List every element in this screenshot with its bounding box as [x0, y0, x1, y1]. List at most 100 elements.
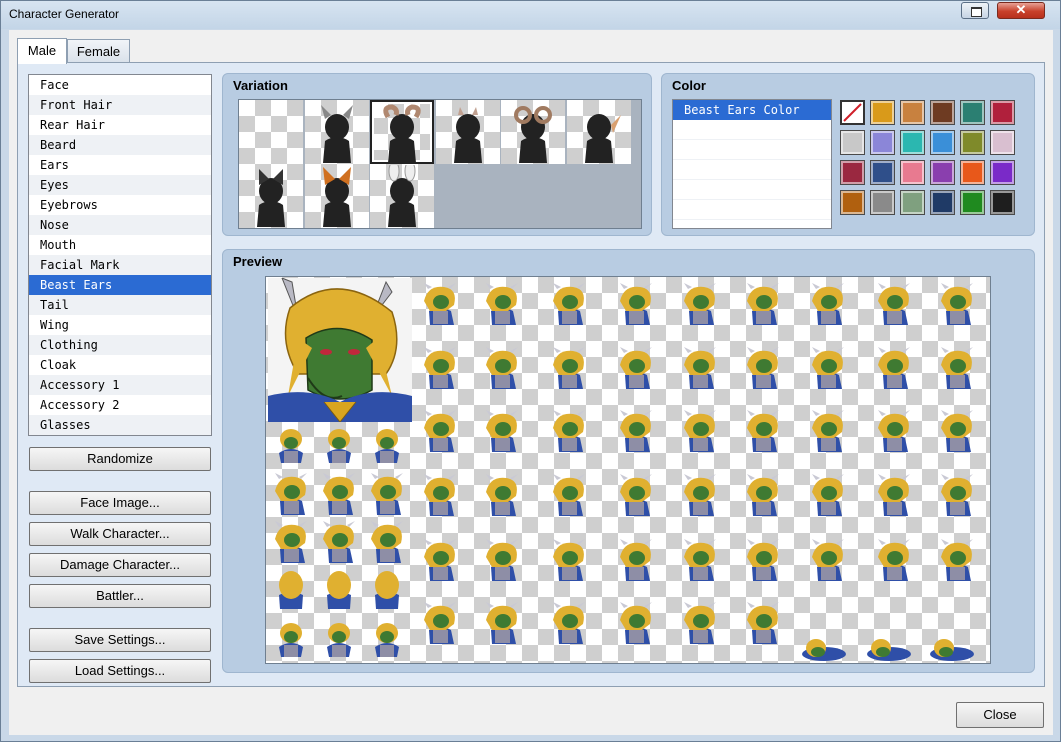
variation-item[interactable] [239, 164, 303, 228]
dragon-warrior-sprite-icon [279, 429, 303, 463]
color-swatch-lavender[interactable] [870, 130, 895, 155]
part-item[interactable]: Glasses [29, 415, 211, 435]
variation-item[interactable] [370, 100, 434, 164]
part-item[interactable]: Accessory 1 [29, 375, 211, 395]
maximize-button[interactable] [961, 2, 989, 19]
variation-grid [238, 99, 642, 229]
variation-title: Variation [233, 78, 288, 93]
dragon-warrior-sprite-icon [684, 602, 716, 644]
save-settings-button[interactable]: Save Settings... [29, 628, 211, 652]
dragon-warrior-sprite-icon [930, 639, 974, 661]
tab-page-male: Face Front Hair Rear Hair Beard Ears Eyes Eyeb… [17, 62, 1045, 687]
color-row-empty [673, 160, 831, 180]
battler-button[interactable]: Battler... [29, 584, 211, 608]
variation-item[interactable] [436, 100, 500, 164]
dragon-warrior-sprite-icon [486, 539, 518, 581]
color-swatch-gray[interactable] [870, 190, 895, 215]
face-image-button[interactable]: Face Image... [29, 491, 211, 515]
dragon-warrior-sprite-icon [553, 283, 585, 325]
dragon-warrior-sprite-icon [747, 539, 779, 581]
part-item[interactable]: Eyes [29, 175, 211, 195]
dragon-warrior-sprite-icon [620, 410, 652, 452]
color-swatch-no-color[interactable] [840, 100, 865, 125]
color-swatch-black[interactable] [990, 190, 1015, 215]
no-color-icon [843, 103, 862, 122]
dragon-warrior-sprite-icon [684, 410, 716, 452]
variation-item[interactable] [567, 100, 631, 164]
preview-canvas [265, 276, 991, 664]
dragon-warrior-sprite-icon [371, 521, 403, 563]
dragon-warrior-sprite-icon [323, 473, 355, 515]
dragon-warrior-sprite-icon [684, 283, 716, 325]
walk-character-button[interactable]: Walk Character... [29, 522, 211, 546]
variation-item[interactable] [370, 164, 434, 228]
variation-item[interactable] [305, 100, 369, 164]
color-target-list[interactable]: Beast Ears Color [672, 99, 832, 229]
dragon-warrior-sprite-icon [867, 639, 911, 661]
color-swatch-navy-blue[interactable] [870, 160, 895, 185]
load-settings-button[interactable]: Load Settings... [29, 659, 211, 683]
color-swatch-purple[interactable] [930, 160, 955, 185]
part-item[interactable]: Mouth [29, 235, 211, 255]
color-swatch-green[interactable] [960, 190, 985, 215]
cat-ear-silhouette-icon [257, 169, 285, 227]
dragon-warrior-sprite-icon [486, 283, 518, 325]
color-swatch-silver[interactable] [840, 130, 865, 155]
dragon-warrior-sprite-icon [275, 473, 307, 515]
part-item[interactable]: Wing [29, 315, 211, 335]
color-swatch-violet[interactable] [990, 160, 1015, 185]
color-swatch-tan[interactable] [900, 100, 925, 125]
part-item[interactable]: Facial Mark [29, 255, 211, 275]
color-swatch-wine[interactable] [840, 160, 865, 185]
damage-character-button[interactable]: Damage Character... [29, 553, 211, 577]
color-swatch-aqua[interactable] [900, 130, 925, 155]
part-item[interactable]: Clothing [29, 335, 211, 355]
part-item[interactable]: Accessory 2 [29, 395, 211, 415]
tab-female[interactable]: Female [67, 39, 130, 63]
part-item[interactable]: Beard [29, 135, 211, 155]
part-item[interactable]: Cloak [29, 355, 211, 375]
close-button[interactable]: Close [956, 702, 1044, 728]
dragon-warrior-sprite-icon [747, 474, 779, 516]
dragon-warrior-sprite-icon [878, 410, 910, 452]
part-item[interactable]: Eyebrows [29, 195, 211, 215]
dragon-warrior-sprite-icon [323, 521, 355, 563]
variation-item[interactable] [501, 100, 565, 164]
color-swatch-sky-blue[interactable] [930, 130, 955, 155]
color-swatch-gold[interactable] [870, 100, 895, 125]
dragon-warrior-sprite-icon [279, 623, 303, 657]
color-swatch-orange[interactable] [960, 160, 985, 185]
variation-item[interactable] [305, 164, 369, 228]
part-item[interactable]: Ears [29, 155, 211, 175]
part-item[interactable]: Nose [29, 215, 211, 235]
color-swatch-pink[interactable] [900, 160, 925, 185]
dragon-warrior-sprite-icon [747, 602, 779, 644]
dragon-warrior-sprite-icon [553, 539, 585, 581]
variation-item[interactable] [239, 100, 303, 164]
randomize-button[interactable]: Randomize [29, 447, 211, 471]
part-item[interactable]: Front Hair [29, 95, 211, 115]
parts-list[interactable]: Face Front Hair Rear Hair Beard Ears Eyes Eyeb… [28, 74, 212, 436]
dragon-warrior-sprite-icon [486, 602, 518, 644]
dragon-warrior-sprite-icon [941, 410, 973, 452]
part-item[interactable]: Beast Ears [29, 275, 211, 295]
color-row-empty [673, 140, 831, 160]
tab-male[interactable]: Male [17, 38, 67, 64]
color-swatch-amber[interactable] [840, 190, 865, 215]
fox-ear-silhouette-icon [323, 167, 351, 227]
dragon-warrior-sprite-icon [941, 283, 973, 325]
color-swatch-brown[interactable] [930, 100, 955, 125]
part-item[interactable]: Tail [29, 295, 211, 315]
color-swatch-crimson[interactable] [990, 100, 1015, 125]
color-swatch-olive[interactable] [960, 130, 985, 155]
color-swatch-teal[interactable] [960, 100, 985, 125]
dragon-warrior-sprite-icon [553, 474, 585, 516]
color-swatch-midnight-blue[interactable] [930, 190, 955, 215]
color-swatch-sage[interactable] [900, 190, 925, 215]
window-close-button[interactable]: ✕ [997, 2, 1045, 19]
part-item[interactable]: Face [29, 75, 211, 95]
color-item-beast-ears[interactable]: Beast Ears Color [673, 100, 831, 120]
part-item[interactable]: Rear Hair [29, 115, 211, 135]
color-swatch-pale-pink[interactable] [990, 130, 1015, 155]
dragon-warrior-sprite-icon [878, 283, 910, 325]
